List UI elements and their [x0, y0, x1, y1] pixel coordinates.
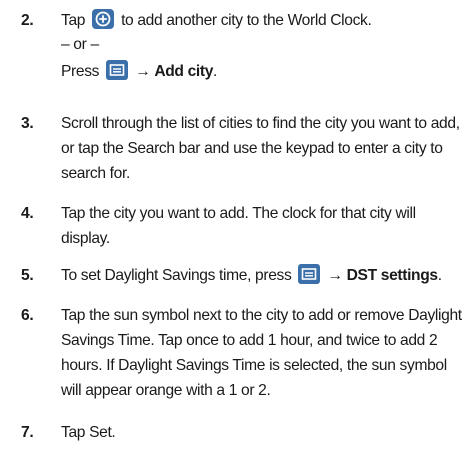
- step-text: to add another city to the World Clock.: [121, 12, 372, 29]
- step-text-end: .: [213, 63, 218, 80]
- step-5-line: To set Daylight Savings time, press → DS…: [61, 263, 442, 288]
- step-text: Tap the sun symbol next to the city to a…: [61, 307, 462, 399]
- arrow-icon: →: [327, 267, 343, 284]
- or-separator: – or –: [61, 36, 99, 53]
- step-number: 2.: [21, 12, 34, 29]
- arrow-icon: →: [135, 63, 151, 80]
- step-text: Tap the city you want to add. The clock …: [61, 205, 416, 247]
- step-number: 5.: [21, 267, 34, 284]
- step-number: 3.: [21, 115, 34, 132]
- step-5: 5. To set Daylight Savings time, press →…: [0, 263, 472, 291]
- step-text-end: .: [437, 267, 442, 284]
- plus-in-circle-icon: [92, 9, 115, 29]
- step-number: 6.: [21, 307, 34, 324]
- step-7: 7. Tap Set.: [0, 420, 472, 448]
- step-3: 3. Scroll through the list of cities to …: [0, 111, 472, 191]
- step-text: Tap Set.: [61, 424, 116, 441]
- step-2-line-3: Press → Add city.: [61, 59, 217, 84]
- step-text: Tap: [61, 12, 86, 29]
- step-text: To set Daylight Savings time, press: [61, 267, 292, 284]
- menu-action: Add city: [154, 63, 214, 80]
- step-6: 6. Tap the sun symbol next to the city t…: [0, 303, 472, 413]
- step-number: 4.: [21, 205, 34, 222]
- instruction-list: 2. Tap to add another city to the World …: [0, 0, 472, 461]
- step-text: Press: [61, 63, 100, 80]
- step-text: Scroll through the list of cities to fin…: [61, 115, 460, 182]
- step-2-line-1: Tap to add another city to the World Clo…: [61, 8, 372, 33]
- menu-key-icon: [298, 264, 321, 284]
- menu-action: DST settings: [346, 267, 438, 284]
- step-2: 2. Tap to add another city to the World …: [0, 0, 472, 100]
- step-number: 7.: [21, 424, 34, 441]
- step-4: 4. Tap the city you want to add. The clo…: [0, 201, 472, 256]
- menu-key-icon: [106, 60, 129, 80]
